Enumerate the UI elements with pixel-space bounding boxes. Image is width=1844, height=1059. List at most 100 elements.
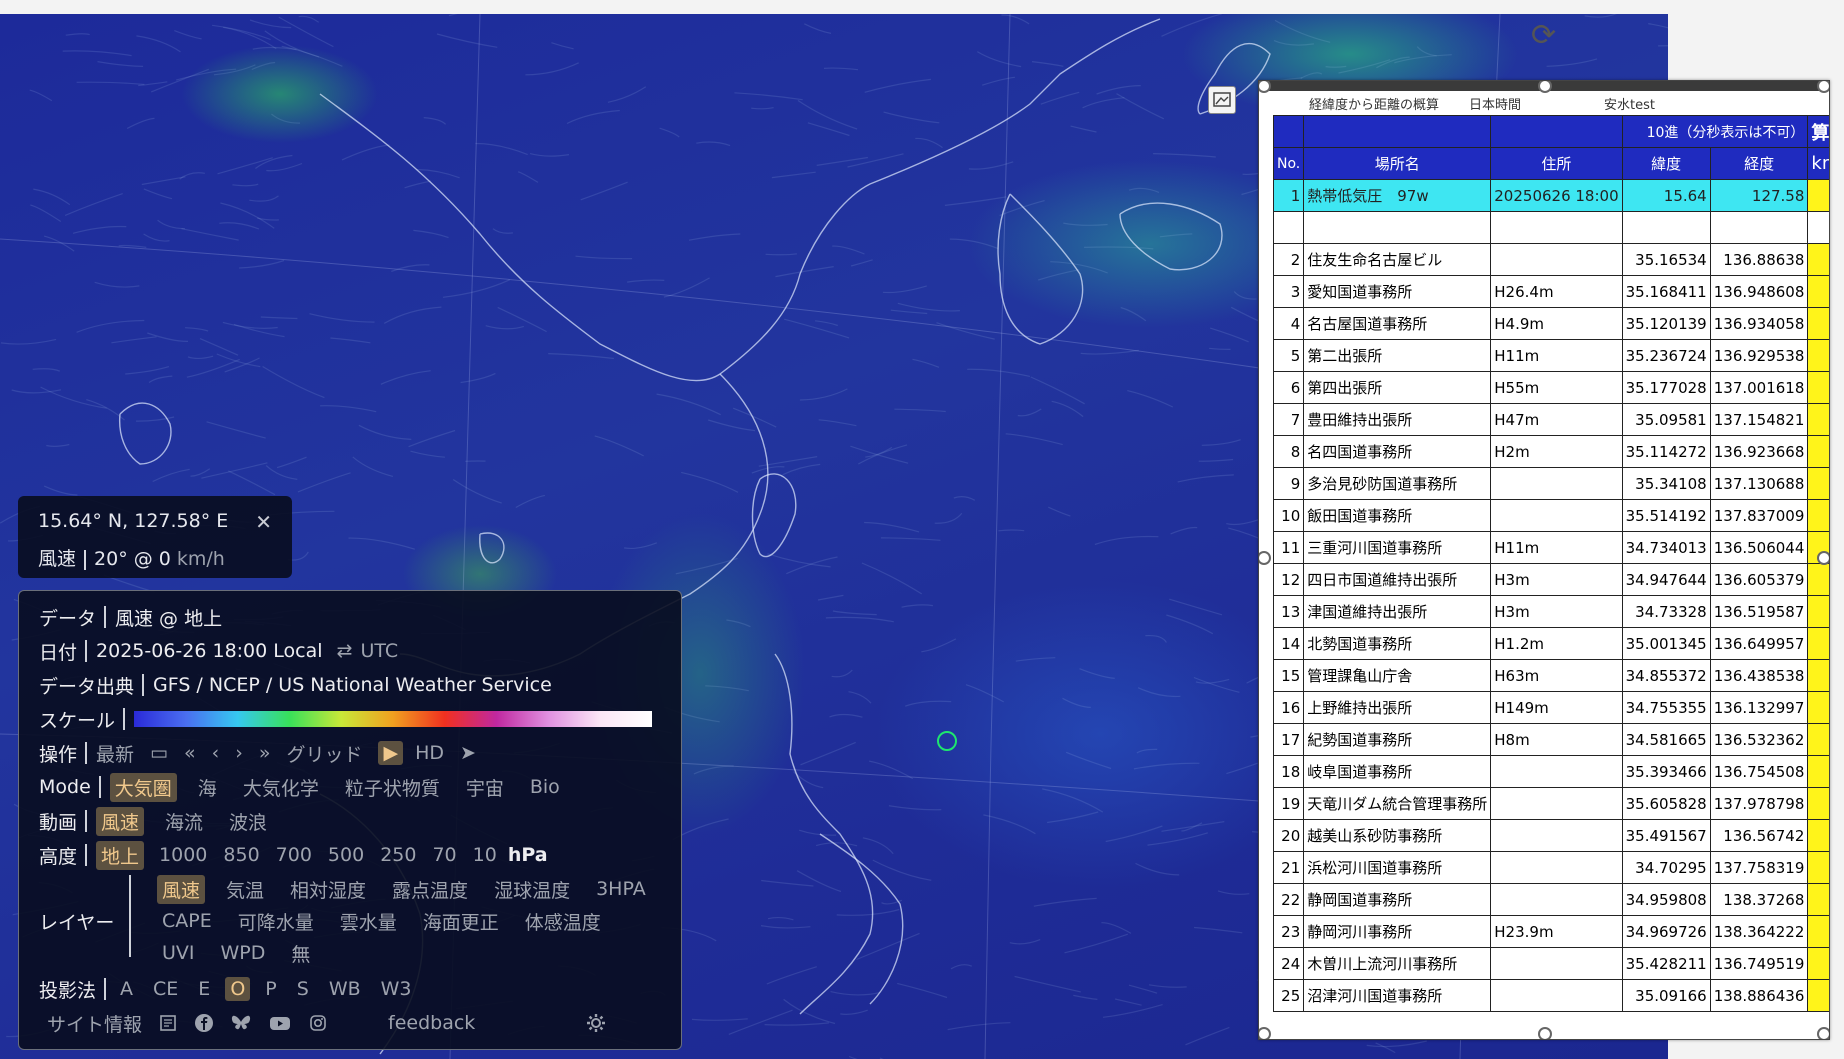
projection-option[interactable]: CE (148, 977, 183, 1001)
resize-handle[interactable] (1817, 551, 1829, 565)
animation-option[interactable]: 海流 (160, 807, 208, 836)
wind-streak (1166, 614, 1214, 635)
layer-option[interactable]: 海面更正 (418, 907, 504, 936)
cell-lat: 34.734013 (1621, 531, 1711, 564)
source-value[interactable]: GFS / NCEP / US National Weather Service (153, 674, 552, 696)
wind-streak (260, 316, 298, 320)
cell-addr: H11m (1490, 339, 1623, 372)
layer-option[interactable]: 3HPA (591, 877, 651, 901)
layer-option[interactable]: 湿球温度 (489, 875, 575, 904)
height-option[interactable]: 70 (427, 843, 461, 867)
bluesky-icon[interactable] (230, 1013, 252, 1033)
picture-icon[interactable] (1208, 86, 1236, 114)
gear-icon[interactable] (585, 1012, 607, 1034)
next-icon[interactable]: › (235, 742, 243, 764)
wind-streak (125, 366, 170, 375)
wind-streak (46, 443, 70, 447)
wind-streak (452, 479, 502, 504)
layer-option[interactable]: 無 (286, 939, 315, 968)
resize-handle[interactable] (1259, 1027, 1271, 1039)
layer-option[interactable]: 体感温度 (520, 907, 606, 936)
wind-streak (1073, 994, 1098, 1000)
cell-lat: 35.09581 (1621, 403, 1711, 436)
cell-name: 豊田維持出張所 (1303, 403, 1492, 436)
layer-option[interactable]: WPD (216, 941, 271, 965)
wind-streak (967, 368, 1031, 377)
feedback-link[interactable]: feedback (388, 1012, 475, 1034)
utc-toggle[interactable]: UTC (360, 640, 398, 662)
mode-option[interactable]: 粒子状物質 (340, 773, 445, 802)
mode-option[interactable]: Bio (525, 775, 565, 799)
animation-option[interactable]: 波浪 (224, 807, 272, 836)
wind-streak (894, 408, 946, 413)
height-option[interactable]: 250 (375, 843, 421, 867)
height-option[interactable]: 850 (218, 843, 264, 867)
wind-streak (1169, 598, 1223, 616)
animation-label: 動画 (39, 811, 78, 834)
mode-option[interactable]: 大気化学 (238, 773, 324, 802)
wind-streak (1210, 327, 1249, 343)
play-icon[interactable]: ▶ (378, 741, 404, 765)
height-option[interactable]: 10 (468, 843, 502, 867)
layer-option[interactable]: 風速 (157, 874, 206, 904)
layer-option[interactable]: UVI (157, 941, 200, 965)
animation-option[interactable]: 風速 (96, 806, 145, 836)
calendar-icon[interactable]: ▭ (150, 742, 168, 764)
news-icon[interactable] (158, 1013, 178, 1033)
projection-option[interactable]: S (292, 977, 314, 1001)
instagram-icon[interactable] (308, 1013, 328, 1033)
cell-no: 17 (1272, 723, 1305, 756)
mode-option[interactable]: 海 (193, 773, 222, 802)
resize-handle[interactable] (1817, 1027, 1829, 1039)
projection-option[interactable]: O (225, 977, 251, 1001)
color-scale[interactable] (134, 711, 653, 727)
layer-option[interactable]: 相対湿度 (285, 875, 371, 904)
cell-no: 9 (1272, 467, 1305, 500)
youtube-icon[interactable] (268, 1013, 292, 1033)
cell-name: 木曽川上流河川事務所 (1303, 947, 1492, 980)
wind-streak (1082, 97, 1125, 109)
height-option[interactable]: 500 (323, 843, 369, 867)
spreadsheet-image[interactable]: 経緯度から距離の概算 日本時間 安水test 10進（分秒表示は不可） 算出距離… (1258, 80, 1830, 1040)
height-option[interactable]: 地上 (96, 840, 145, 870)
latest-button[interactable]: 最新 (96, 740, 134, 767)
cell-addr (1490, 947, 1623, 980)
location-marker[interactable] (937, 731, 957, 751)
grid-toggle[interactable]: グリッド (286, 740, 362, 767)
wind-streak (944, 196, 1007, 206)
facebook-icon[interactable] (194, 1013, 214, 1033)
wind-streak (410, 450, 445, 458)
resize-handle[interactable] (1538, 1027, 1552, 1039)
about-link[interactable]: サイト情報 (47, 1010, 142, 1037)
layer-option[interactable]: 気温 (221, 875, 269, 904)
resize-handle[interactable] (1817, 81, 1829, 93)
locate-icon[interactable]: ➤ (460, 742, 476, 764)
mode-option[interactable]: 大気圏 (109, 772, 177, 802)
close-icon[interactable]: ✕ (255, 510, 272, 534)
resize-handle[interactable] (1259, 551, 1271, 565)
swap-icon[interactable]: ⇄ (337, 640, 353, 662)
height-option[interactable]: 1000 (154, 843, 212, 867)
table-row: 15管理課亀山庁舎H63m34.855372136.4385382,312 (1272, 659, 1829, 692)
height-option[interactable]: 700 (271, 843, 317, 867)
projection-option[interactable]: P (260, 977, 281, 1001)
rotate-icon[interactable]: ⟳ (1531, 18, 1556, 53)
layer-option[interactable]: 可降水量 (233, 907, 319, 936)
projection-option[interactable]: WB (324, 977, 366, 1001)
mode-option[interactable]: 宇宙 (461, 773, 509, 802)
wind-streak (179, 172, 205, 180)
projection-option[interactable]: W3 (376, 977, 417, 1001)
wind-streak (1177, 474, 1234, 483)
cell-lat: 34.959808 (1621, 883, 1711, 916)
prev-icon[interactable]: ‹ (212, 742, 220, 764)
date-value[interactable]: 2025-06-26 18:00 Local (96, 640, 323, 662)
layer-option[interactable]: 雲水量 (335, 907, 402, 936)
wind-streak (239, 259, 285, 269)
layer-option[interactable]: CAPE (157, 909, 217, 933)
hd-toggle[interactable]: HD (415, 742, 444, 764)
layer-option[interactable]: 露点温度 (387, 875, 473, 904)
last-icon[interactable]: » (259, 742, 271, 764)
projection-option[interactable]: E (193, 977, 215, 1001)
projection-option[interactable]: A (115, 977, 138, 1001)
first-icon[interactable]: « (184, 742, 196, 764)
